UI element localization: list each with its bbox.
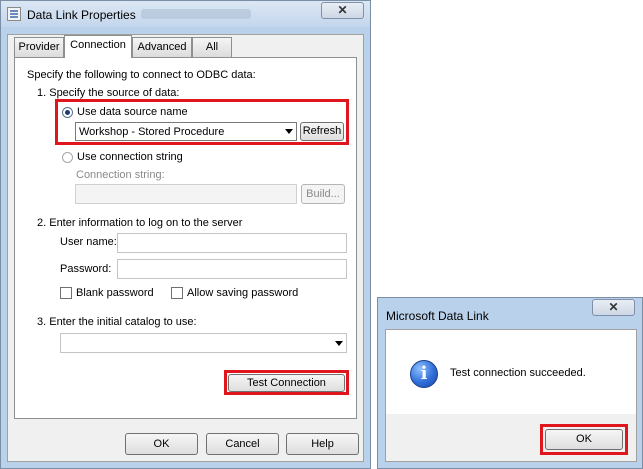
intro-text: Specify the following to connect to ODBC… (27, 69, 256, 81)
allow-saving-password-label[interactable]: Allow saving password (187, 287, 298, 299)
close-icon: ✕ (608, 300, 619, 314)
window-title: Data Link Properties (27, 8, 136, 22)
dialog-message: Test connection succeeded. (450, 367, 586, 379)
ok-button-label: OK (153, 438, 170, 450)
ok-button[interactable]: OK (125, 433, 198, 455)
chevron-down-icon (335, 341, 343, 346)
chevron-down-icon (285, 129, 293, 134)
step1-label: 1. Specify the source of data: (37, 87, 180, 99)
tab-connection[interactable]: Connection (64, 35, 132, 58)
build-button[interactable]: Build... (301, 184, 345, 204)
close-button[interactable]: ✕ (321, 2, 364, 19)
information-icon: i (410, 360, 438, 388)
information-icon-glyph: i (420, 363, 428, 384)
refresh-button-label: Refresh (302, 125, 342, 137)
test-connection-label: Test Connection (247, 377, 326, 389)
tab-advanced[interactable]: Advanced (132, 37, 192, 57)
blank-password-label[interactable]: Blank password (76, 287, 154, 299)
tab-label: Connection (70, 39, 126, 51)
tab-label: All (205, 41, 219, 53)
password-label: Password: (60, 263, 112, 275)
blurred-title-text (141, 9, 251, 19)
use-connection-string-radio[interactable] (62, 152, 73, 163)
dialog-ok-button[interactable]: OK (545, 429, 623, 450)
connection-string-input[interactable] (75, 184, 297, 204)
properties-window-icon (7, 7, 21, 21)
username-label: User name: (60, 236, 117, 248)
tab-label: Advanced (137, 41, 187, 53)
dialog-title: Microsoft Data Link (386, 309, 489, 323)
blank-password-checkbox[interactable] (60, 287, 72, 299)
connection-string-label: Connection string: (76, 169, 165, 181)
build-button-label: Build... (306, 188, 340, 200)
title-bar[interactable]: Data Link Properties (1, 1, 370, 27)
step3-label: 3. Enter the initial catalog to use: (37, 316, 197, 328)
tab-provider[interactable]: Provider (14, 37, 64, 57)
close-icon: ✕ (337, 3, 348, 17)
username-input[interactable] (117, 233, 347, 253)
help-button[interactable]: Help (286, 433, 359, 455)
allow-saving-password-checkbox[interactable] (171, 287, 183, 299)
cancel-button-label: Cancel (225, 438, 260, 450)
cancel-button[interactable]: Cancel (206, 433, 279, 455)
use-connection-string-label[interactable]: Use connection string (77, 151, 183, 163)
help-button-label: Help (311, 438, 334, 450)
password-input[interactable] (117, 259, 347, 279)
dialog-ok-label: OK (576, 433, 592, 445)
initial-catalog-dropdown[interactable] (60, 333, 347, 353)
tab-label: Provider (18, 41, 60, 53)
tab-all[interactable]: All (192, 37, 232, 57)
refresh-button[interactable]: Refresh (300, 122, 344, 141)
test-connection-button[interactable]: Test Connection (228, 374, 345, 392)
dsn-dropdown-value: Workshop - Stored Procedure (79, 126, 225, 138)
dialog-close-button[interactable]: ✕ (592, 299, 635, 316)
use-dsn-radio[interactable] (62, 107, 73, 118)
use-dsn-label[interactable]: Use data source name (77, 106, 188, 118)
step2-label: 2. Enter information to log on to the se… (37, 217, 243, 229)
dsn-dropdown[interactable]: Workshop - Stored Procedure (75, 122, 297, 141)
